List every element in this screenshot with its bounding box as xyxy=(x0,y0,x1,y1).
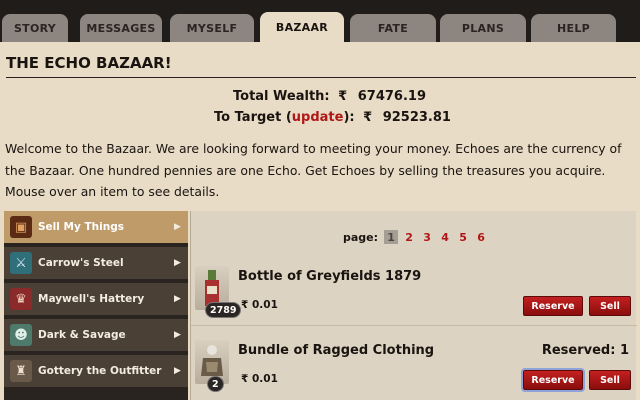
page-link-2[interactable]: 2 xyxy=(402,230,416,244)
sidebar-item-label: Carrow's Steel xyxy=(38,257,124,269)
chevron-right-icon: ▶ xyxy=(174,222,181,232)
page-link-3[interactable]: 3 xyxy=(420,230,434,244)
item-price-value: 0.01 xyxy=(251,299,278,311)
total-wealth-value: 67476.19 xyxy=(357,89,427,104)
page-link-1[interactable]: 1 xyxy=(384,230,399,244)
tab-myself[interactable]: MYSELF xyxy=(170,14,254,42)
sidebar-item-label: Maywell's Hattery xyxy=(38,293,145,305)
reserve-button[interactable]: Reserve xyxy=(521,368,585,392)
sword-icon: ⚔ xyxy=(10,252,32,274)
mask-icon: ☻ xyxy=(10,324,32,346)
item-price: ₹ 0.01 xyxy=(241,373,278,385)
tab-plans[interactable]: PLANS xyxy=(440,14,526,42)
target-label-post: ): xyxy=(343,110,355,125)
tab-help[interactable]: HELP xyxy=(531,14,616,42)
sidebar-item-dark-and-savage[interactable]: ☻ Dark & Savage ▶ xyxy=(4,319,188,353)
list-item: 2 Bundle of Ragged Clothing Reserved: 1 … xyxy=(191,340,637,400)
page-link-5[interactable]: 5 xyxy=(456,230,470,244)
tab-fate[interactable]: FATE xyxy=(350,14,436,42)
page-link-6[interactable]: 6 xyxy=(474,230,488,244)
item-price-value: 0.01 xyxy=(251,373,278,385)
total-wealth: Total Wealth: ₹ 67476.19 xyxy=(233,89,426,104)
echo-currency-icon: ₹ xyxy=(241,373,249,385)
sell-button[interactable]: Sell xyxy=(589,296,631,316)
sell-button[interactable]: Sell xyxy=(589,370,631,390)
tab-bazaar[interactable]: BAZAAR xyxy=(260,12,344,42)
target-value: 92523.81 xyxy=(382,110,451,125)
total-wealth-label: Total Wealth: xyxy=(233,89,330,104)
sidebar-item-carrows-steel[interactable]: ⚔ Carrow's Steel ▶ xyxy=(4,247,188,281)
item-name: Bundle of Ragged Clothing xyxy=(238,343,435,358)
bazaar-intro-text: Welcome to the Bazaar. We are looking fo… xyxy=(5,141,622,199)
shop-sidebar: ▣ Sell My Things ▶ ⚔ Carrow's Steel ▶ ♛ … xyxy=(4,211,188,400)
target-label-pre: To Target ( xyxy=(214,110,292,125)
sidebar-item-label: Dark & Savage xyxy=(38,329,126,341)
tab-messages[interactable]: MESSAGES xyxy=(80,14,162,42)
shop-panel: page: 1 2 3 4 5 6 2789 Bottle of Greyfie… xyxy=(190,211,637,400)
echo-currency-icon: ₹ xyxy=(363,110,373,125)
page-link-4[interactable]: 4 xyxy=(438,230,452,244)
reserve-button[interactable]: Reserve xyxy=(523,296,583,316)
item-price: ₹ 0.01 xyxy=(241,299,278,311)
top-nav: STORY MESSAGES MYSELF BAZAAR FATE PLANS … xyxy=(0,0,640,42)
sidebar-item-sell-my-things[interactable]: ▣ Sell My Things ▶ xyxy=(4,211,188,245)
echo-currency-icon: ₹ xyxy=(241,299,249,311)
sidebar-item-maywells-hattery[interactable]: ♛ Maywell's Hattery ▶ xyxy=(4,283,188,317)
item-name: Bottle of Greyfields 1879 xyxy=(238,269,422,284)
quantity-badge: 2789 xyxy=(205,302,242,318)
outfit-icon: ♜ xyxy=(10,360,32,382)
quantity-badge: 2 xyxy=(207,376,224,392)
list-item: 2789 Bottle of Greyfields 1879 ₹ 0.01 Re… xyxy=(191,266,637,338)
pagination: page: 1 2 3 4 5 6 xyxy=(343,230,492,244)
update-link[interactable]: update xyxy=(292,110,344,125)
chevron-right-icon: ▶ xyxy=(174,258,181,268)
sidebar-item-label: Gottery the Outfitter xyxy=(38,365,162,377)
chevron-right-icon: ▶ xyxy=(174,366,181,376)
page-title: THE ECHO BAZAAR! xyxy=(6,54,172,72)
title-divider xyxy=(6,77,636,78)
reserved-count: Reserved: 1 xyxy=(541,343,629,358)
hat-icon: ♛ xyxy=(10,288,32,310)
chevron-right-icon: ▶ xyxy=(174,294,181,304)
target-wealth: To Target (update): ₹ 92523.81 xyxy=(214,110,451,125)
echo-currency-icon: ₹ xyxy=(338,89,348,104)
crate-icon: ▣ xyxy=(10,216,32,238)
row-divider xyxy=(191,325,637,326)
sidebar-item-label: Sell My Things xyxy=(38,221,124,233)
sidebar-item-gottery-the-outfitter[interactable]: ♜ Gottery the Outfitter ▶ xyxy=(4,355,188,389)
tab-story[interactable]: STORY xyxy=(2,14,68,42)
pagination-label: page: xyxy=(343,230,379,244)
chevron-right-icon: ▶ xyxy=(174,330,181,340)
